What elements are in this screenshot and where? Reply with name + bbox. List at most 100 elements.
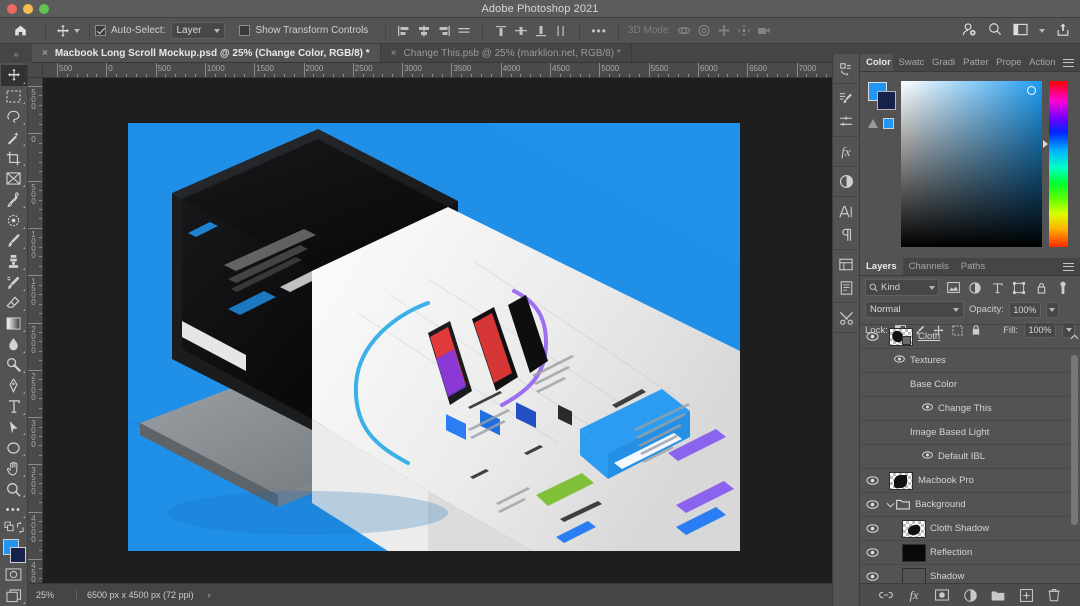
layer-row-background-group[interactable]: Background (860, 493, 1080, 517)
crop-tool[interactable] (1, 148, 27, 169)
libraries-icon[interactable] (834, 253, 858, 276)
align-left-edges-icon[interactable] (395, 23, 413, 39)
tab-color[interactable]: Color (860, 54, 893, 71)
clone-stamp-tool[interactable] (1, 251, 27, 272)
more-options-button[interactable]: ••• (585, 24, 613, 38)
filter-toggle-icon[interactable] (1055, 280, 1071, 296)
color-panel-swatches[interactable] (868, 82, 896, 110)
add-layer-mask-icon[interactable] (935, 588, 950, 603)
blend-mode-dropdown[interactable]: Normal (865, 301, 964, 318)
blur-tool[interactable] (1, 334, 27, 355)
move-tool[interactable] (1, 65, 27, 86)
background-color-swatch[interactable] (877, 91, 896, 110)
gamut-warning-icon[interactable] (868, 119, 878, 128)
color-picker-handle[interactable] (1027, 86, 1036, 95)
layer-filter-kind-dropdown[interactable]: Kind (865, 279, 939, 296)
delete-layer-icon[interactable] (1047, 588, 1062, 603)
layer-row-cloth[interactable]: Cloth (860, 325, 1080, 349)
layer-visibility-toggle[interactable] (860, 500, 884, 509)
layer-row-macbook-pro[interactable]: Macbook Pro (860, 469, 1080, 493)
tab-layers[interactable]: Layers (860, 258, 903, 275)
layer-visibility-toggle[interactable] (860, 476, 884, 485)
distribute-vertical-centers-icon[interactable] (512, 23, 530, 39)
show-transform-controls-checkbox[interactable] (239, 25, 250, 36)
add-layer-style-icon[interactable]: fx (907, 588, 922, 603)
foreground-background-color[interactable] (1, 538, 27, 565)
magic-wand-tool[interactable] (1, 127, 27, 148)
layer-name[interactable]: Textures (910, 355, 1080, 366)
align-horizontal-centers-icon[interactable] (415, 23, 433, 39)
orbit-3d-icon[interactable] (675, 23, 693, 39)
panel-menu-icon[interactable] (1057, 54, 1080, 71)
edit-toolbar-tool[interactable]: ••• (1, 499, 27, 520)
layer-visibility-toggle[interactable] (922, 403, 933, 414)
brush-settings-icon[interactable] (834, 110, 858, 133)
brushes-icon[interactable] (834, 87, 858, 110)
vertical-ruler[interactable]: 500050010001500200025003000350040004500 (28, 78, 43, 583)
chevron-up-icon[interactable] (1068, 334, 1080, 340)
chevron-down-icon[interactable] (1039, 29, 1045, 33)
layer-name[interactable]: Background (915, 499, 1080, 510)
dodge-tool[interactable] (1, 355, 27, 376)
new-group-icon[interactable] (991, 588, 1006, 603)
eyedropper-tool[interactable] (1, 189, 27, 210)
link-layers-icon[interactable] (879, 588, 894, 603)
rectangular-marquee-tool[interactable] (1, 86, 27, 107)
type-filter-icon[interactable] (989, 280, 1005, 296)
home-icon[interactable] (0, 24, 40, 37)
shape-filter-icon[interactable] (1011, 280, 1027, 296)
frame-tool[interactable] (1, 168, 27, 189)
history-icon[interactable] (834, 57, 858, 80)
roll-3d-icon[interactable] (695, 23, 713, 39)
color-picker-field[interactable] (901, 81, 1042, 247)
panel-collapse-toggle[interactable]: » (0, 44, 32, 63)
layer-name[interactable]: Reflection (930, 547, 1080, 558)
layer-name[interactable]: Cloth Shadow (930, 523, 1080, 534)
camera-3d-icon[interactable] (755, 23, 773, 39)
tool-presets-icon[interactable] (834, 306, 858, 329)
align-right-edges-icon[interactable] (435, 23, 453, 39)
workspace-icon[interactable] (1013, 23, 1028, 39)
document-tab-macbook-mockup[interactable]: × Macbook Long Scroll Mockup.psd @ 25% (… (32, 44, 381, 62)
web-safe-color-swatch[interactable] (883, 118, 894, 129)
layer-row-base-color[interactable]: Base Color (860, 373, 1080, 397)
chevron-down-icon[interactable] (74, 29, 80, 33)
quick-mask-icon[interactable] (1, 564, 27, 585)
ellipse-tool[interactable] (1, 437, 27, 458)
layer-list-scrollbar[interactable] (1071, 355, 1078, 525)
hand-tool[interactable] (1, 458, 27, 479)
layer-visibility-toggle[interactable] (860, 548, 884, 557)
history-brush-tool[interactable] (1, 272, 27, 293)
pen-tool[interactable] (1, 375, 27, 396)
lasso-tool[interactable] (1, 106, 27, 127)
layer-row-change-this[interactable]: Change This (860, 397, 1080, 421)
layer-name[interactable]: Image Based Light (910, 427, 1080, 438)
distribute-bottom-edges-icon[interactable] (532, 23, 550, 39)
distribute-horizontal-icon[interactable] (552, 23, 570, 39)
share-user-icon[interactable] (962, 22, 977, 40)
layer-row-reflection[interactable]: Reflection (860, 541, 1080, 565)
screen-mode-icon[interactable] (1, 585, 27, 606)
hue-slider[interactable] (1049, 81, 1068, 247)
close-icon[interactable]: × (42, 48, 48, 59)
tab-gradients[interactable]: Gradi (926, 54, 957, 71)
search-icon[interactable] (988, 22, 1002, 39)
new-fill-adjustment-icon[interactable] (963, 588, 978, 603)
eraser-tool[interactable] (1, 293, 27, 314)
hue-slider-handle[interactable] (1043, 140, 1048, 148)
background-color-swatch[interactable] (10, 547, 26, 563)
notes-icon[interactable] (834, 276, 858, 299)
layer-visibility-toggle[interactable] (922, 451, 933, 462)
ruler-corner[interactable] (28, 63, 43, 78)
layer-row-cloth-shadow[interactable]: Cloth Shadow (860, 517, 1080, 541)
swap-default-colors[interactable] (1, 520, 27, 535)
status-expand-arrow[interactable]: › (194, 590, 211, 600)
zoom-tool[interactable] (1, 479, 27, 500)
distribute-top-edges-icon[interactable] (492, 23, 510, 39)
spot-healing-brush-tool[interactable] (1, 210, 27, 231)
layer-row-textures[interactable]: Textures (860, 349, 1080, 373)
pixel-filter-icon[interactable] (945, 280, 961, 296)
gradient-tool[interactable] (1, 313, 27, 334)
pan-3d-icon[interactable] (715, 23, 733, 39)
new-layer-icon[interactable] (1019, 588, 1034, 603)
